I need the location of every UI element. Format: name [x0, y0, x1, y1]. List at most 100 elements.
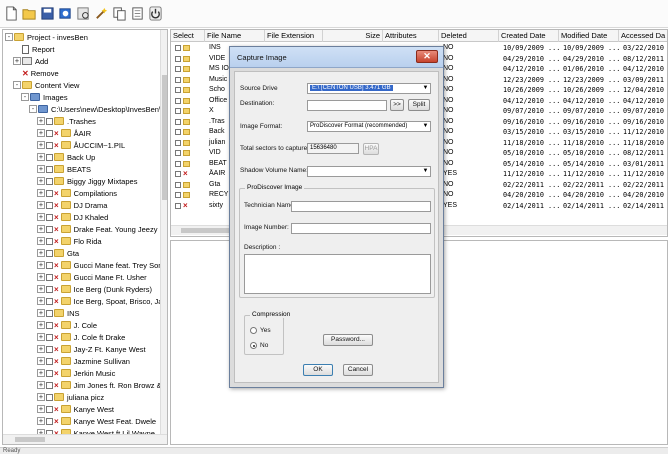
checkbox[interactable] — [46, 129, 53, 137]
expand-icon[interactable]: + — [37, 357, 45, 365]
expand-icon[interactable]: + — [37, 177, 45, 185]
tree-item[interactable]: + × DJ Drama — [37, 199, 107, 211]
tree-item[interactable]: + × Jerkin Music — [37, 367, 115, 379]
row-checkbox[interactable] — [175, 171, 181, 177]
checkbox[interactable] — [46, 225, 53, 233]
expand-icon[interactable]: + — [37, 369, 45, 377]
row-checkbox[interactable] — [175, 139, 181, 146]
checkbox[interactable] — [46, 249, 53, 257]
tree-item[interactable]: + × Kanye West — [37, 403, 114, 415]
copy2-icon[interactable] — [129, 5, 145, 23]
expand-icon[interactable]: + — [37, 285, 45, 293]
checkbox[interactable] — [46, 369, 53, 377]
image-format-select[interactable]: ProDiscover Format (recommended) ▼ — [307, 121, 431, 132]
tree-item[interactable]: + Add — [13, 55, 48, 67]
column-header-modified-date[interactable]: Modified Date — [559, 30, 619, 42]
column-header-size[interactable]: Size — [323, 30, 383, 42]
column-header-deleted[interactable]: Deleted — [439, 30, 499, 42]
expand-icon[interactable]: + — [37, 321, 45, 329]
tree-item[interactable]: + INS — [37, 307, 80, 319]
tree-item[interactable]: + .Trashes — [37, 115, 96, 127]
checkbox[interactable] — [46, 273, 53, 281]
checkbox[interactable] — [46, 381, 53, 389]
tree-item[interactable]: ✕ Remove — [13, 67, 59, 79]
row-checkbox[interactable] — [175, 118, 181, 125]
column-header-accessed-date[interactable]: Accessed Da — [619, 30, 667, 42]
expand-icon[interactable]: + — [37, 225, 45, 233]
checkbox[interactable] — [46, 201, 53, 209]
row-checkbox[interactable] — [175, 55, 181, 62]
expand-icon[interactable]: + — [37, 249, 45, 257]
row-checkbox[interactable] — [175, 76, 181, 83]
column-header-file-name[interactable]: File Name — [205, 30, 265, 42]
password-button[interactable]: Password... — [323, 334, 373, 346]
expand-icon[interactable]: + — [37, 261, 45, 269]
checkbox[interactable] — [46, 153, 53, 161]
ok-button[interactable]: OK — [303, 364, 333, 376]
description-textarea[interactable] — [244, 254, 431, 294]
row-checkbox[interactable] — [175, 45, 181, 51]
tree-vertical-scrollbar[interactable] — [160, 30, 167, 434]
tree-item[interactable]: + × Ice Berg (Dunk Ryders) — [37, 283, 152, 295]
collapse-icon[interactable]: - — [29, 105, 37, 113]
tree-item[interactable]: + × J. Cole — [37, 319, 97, 331]
capture-icon[interactable] — [57, 5, 73, 23]
tree-item[interactable]: - C:\Users\new\Desktop\InvesBen\ — [29, 103, 161, 115]
tree-item[interactable]: + × Gucci Mane feat. Trey Songz — [37, 259, 167, 271]
tree-item[interactable]: + × DJ Khaled — [37, 211, 108, 223]
column-header-created-date[interactable]: Created Date — [499, 30, 559, 42]
copy-icon[interactable] — [111, 5, 127, 23]
expand-icon[interactable]: + — [37, 345, 45, 353]
browse-icon[interactable] — [75, 5, 91, 23]
tree-item[interactable]: Report — [13, 43, 55, 55]
tree-item[interactable]: + × Kanye West Feat. Dwele — [37, 415, 156, 427]
tree-item[interactable]: + Biggy Jiggy Mixtapes — [37, 175, 137, 187]
tree-horizontal-scrollbar[interactable] — [3, 434, 167, 444]
expand-icon[interactable]: + — [37, 213, 45, 221]
checkbox[interactable] — [46, 237, 53, 245]
checkbox[interactable] — [46, 357, 53, 365]
expand-icon[interactable]: + — [37, 165, 45, 173]
tree-item[interactable]: + × Gucci Mane Ft. Usher — [37, 271, 147, 283]
expand-icon[interactable]: + — [37, 381, 45, 389]
split-button[interactable]: Split — [408, 99, 430, 111]
expand-icon[interactable]: + — [37, 237, 45, 245]
tree-item[interactable]: + × Drake Feat. Young Jeezy — [37, 223, 157, 235]
save-icon[interactable] — [39, 5, 55, 23]
row-checkbox[interactable] — [175, 66, 181, 72]
open-icon[interactable] — [21, 5, 37, 23]
checkbox[interactable] — [46, 333, 53, 341]
browse-button[interactable]: >> — [390, 99, 404, 111]
checkbox[interactable] — [46, 417, 53, 425]
row-checkbox[interactable] — [175, 87, 181, 93]
compression-yes-radio[interactable] — [250, 327, 257, 334]
expand-icon[interactable]: + — [37, 129, 45, 137]
tree-item[interactable]: + × Ice Berg, Spoat, Brisco, Jay — [37, 295, 166, 307]
checkbox[interactable] — [46, 393, 53, 401]
checkbox[interactable] — [46, 165, 53, 173]
checkbox[interactable] — [46, 405, 53, 413]
checkbox[interactable] — [46, 321, 53, 329]
column-header-file-extension[interactable]: File Extension — [265, 30, 323, 42]
collapse-icon[interactable]: - — [5, 33, 13, 41]
row-checkbox[interactable] — [175, 108, 181, 114]
source-drive-select[interactable]: E:\ [CENTON USB] 3.471 GB ▼ — [307, 83, 431, 94]
checkbox[interactable] — [46, 309, 53, 317]
checkbox[interactable] — [46, 345, 53, 353]
expand-icon[interactable]: + — [37, 309, 45, 317]
dialog-title-bar[interactable]: Capture Image ✕ — [230, 47, 443, 68]
compression-no-radio[interactable] — [250, 342, 257, 349]
checkbox[interactable] — [46, 189, 53, 197]
tree-item[interactable]: + Gta — [37, 247, 79, 259]
image-number-input[interactable] — [291, 223, 431, 234]
tree-item[interactable]: + × Jazmine Sullivan — [37, 355, 130, 367]
expand-icon[interactable]: + — [37, 141, 45, 149]
expand-icon[interactable]: + — [37, 297, 45, 305]
tree-item[interactable]: + × Jim Jones ft. Ron Browz & Juel — [37, 379, 167, 391]
checkbox[interactable] — [46, 261, 53, 269]
expand-icon[interactable]: + — [37, 333, 45, 341]
tree-item[interactable]: + × ÅUCCIM~1.PIL — [37, 139, 125, 151]
row-checkbox[interactable] — [175, 202, 181, 209]
column-header-select[interactable]: Select — [171, 30, 205, 42]
expand-icon[interactable]: + — [37, 273, 45, 281]
